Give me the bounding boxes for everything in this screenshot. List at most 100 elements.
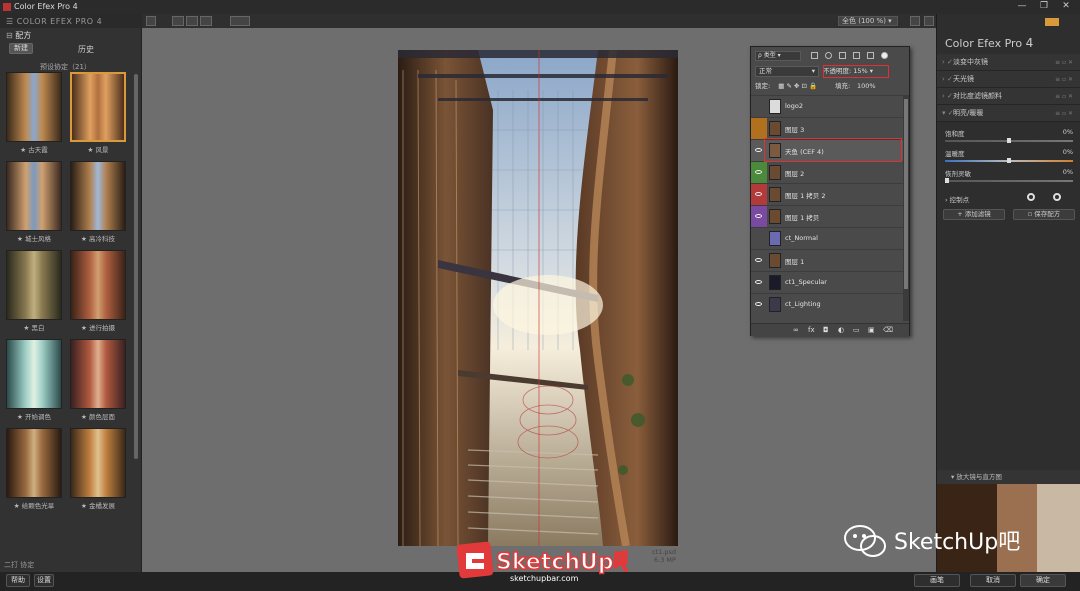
eye-shape — [755, 280, 762, 284]
slider-handle[interactable] — [1007, 138, 1011, 143]
preset-thumbnail[interactable] — [70, 250, 126, 320]
adjustment-filter-icon[interactable] — [825, 52, 832, 59]
control-points-row[interactable]: › 控制点 — [945, 194, 969, 204]
visibility-eye-icon[interactable] — [751, 206, 767, 227]
minimize-icon[interactable]: — — [1014, 1, 1030, 13]
preset-thumbnail[interactable] — [70, 72, 126, 142]
slider-handle[interactable] — [1007, 158, 1011, 163]
mask-icon[interactable]: ◘ — [823, 326, 829, 334]
blend-mode-value: 正常 — [759, 67, 772, 75]
preset-thumbnail[interactable] — [70, 428, 126, 498]
close-icon[interactable]: ✕ — [1058, 1, 1074, 13]
compare-icon[interactable] — [230, 16, 250, 26]
filter-toggle-icon[interactable] — [881, 52, 888, 59]
visibility-eye-icon[interactable] — [751, 228, 767, 249]
layer-kind-filter[interactable]: ρ 类型 ▾ — [755, 51, 801, 61]
filter-item[interactable]: › ✓ 对比度滤镜颜料 ≡ ▫ ✕ — [937, 88, 1080, 105]
layer-row[interactable]: 图层 3 — [751, 117, 903, 139]
filter-slider[interactable]: 温暖度 0% — [945, 148, 1073, 164]
layer-thumbnail — [769, 275, 781, 290]
help-button[interactable]: 帮助 — [6, 574, 30, 587]
layer-scrollbar[interactable] — [903, 95, 909, 321]
slider-label: 温暖度 — [945, 150, 965, 158]
lock-icons[interactable]: ▦ ✎ ✥ ⊡ 🔒 — [778, 82, 817, 90]
preset-preview-image — [7, 251, 61, 319]
add-filter-button[interactable]: + 添加滤镜 — [943, 209, 1005, 220]
layer-row[interactable]: 图层 2 — [751, 161, 903, 183]
layer-row[interactable]: 图层 1 拷贝 2 — [751, 183, 903, 205]
layer-row[interactable]: logo2 — [751, 95, 903, 117]
preset-thumbnail[interactable] — [6, 339, 62, 409]
filter-slider[interactable]: 饱和度 0% — [945, 128, 1073, 144]
pixel-filter-icon[interactable] — [811, 52, 818, 59]
preset-thumbnail[interactable] — [6, 250, 62, 320]
smart-object-filter-icon[interactable] — [867, 52, 874, 59]
expand-arrow-icon[interactable]: › ✓ — [942, 71, 953, 88]
new-layer-icon[interactable]: ▣ — [868, 326, 875, 334]
cancel-button[interactable]: 取消 — [970, 574, 1016, 587]
type-filter-icon[interactable] — [839, 52, 846, 59]
history-tab[interactable]: 历史 — [78, 44, 94, 55]
filter-options-icon[interactable]: ≡ ▫ ✕ — [1055, 88, 1073, 105]
expand-arrow-icon[interactable]: › ✓ — [942, 54, 953, 71]
visibility-eye-icon[interactable] — [751, 162, 767, 183]
layer-row[interactable]: ct_Lighting — [751, 293, 903, 315]
left-scrollbar[interactable] — [134, 74, 138, 459]
filter-item[interactable]: › ✓ 淡变中灰镜 ≡ ▫ ✕ — [937, 54, 1080, 71]
preset-thumbnail[interactable] — [6, 428, 62, 498]
loupe-header[interactable]: ▾ 放大镜与直方图 — [937, 470, 1080, 484]
preset-thumbnail[interactable] — [70, 339, 126, 409]
expand-arrow-icon[interactable]: › ✓ — [942, 88, 953, 105]
slider-track[interactable] — [945, 180, 1073, 182]
visibility-eye-icon[interactable] — [751, 250, 767, 271]
link-icon[interactable]: ∞ — [793, 326, 799, 334]
preset-preview-image — [71, 340, 125, 408]
layer-row[interactable]: 图层 1 拷贝 — [751, 205, 903, 227]
trash-icon[interactable]: ⌫ — [883, 326, 893, 334]
fill-value[interactable]: 100% — [857, 81, 876, 92]
filter-slider[interactable]: 恢剂灵敏 0% — [945, 168, 1073, 184]
preset-label: ★ 古天霞 — [20, 146, 48, 154]
adjustment-icon[interactable]: ◐ — [838, 326, 844, 334]
layer-scroll-thumb[interactable] — [904, 99, 908, 289]
layer-row[interactable]: ct1_Specular — [751, 271, 903, 293]
visibility-eye-icon[interactable] — [751, 272, 767, 293]
add-control-point-icon[interactable] — [1027, 193, 1035, 201]
add-negative-point-icon[interactable] — [1053, 193, 1061, 201]
settings-button[interactable]: 设置 — [34, 574, 54, 587]
preset-thumbnail[interactable] — [6, 161, 62, 231]
zoom-select[interactable]: 全色 (100 %) ▾ — [838, 16, 898, 26]
filter-item[interactable]: ▾ ✓ 明亮/暖暖 ≡ ▫ ✕ — [937, 105, 1080, 122]
brush-button[interactable]: 画笔 — [914, 574, 960, 587]
visibility-eye-icon[interactable] — [751, 184, 767, 205]
preset-thumbnail[interactable] — [70, 161, 126, 231]
filter-options-icon[interactable]: ≡ ▫ ✕ — [1055, 71, 1073, 88]
layer-row[interactable]: 图层 1 — [751, 249, 903, 271]
fill-label: 填充: — [835, 82, 851, 90]
visibility-eye-icon[interactable] — [751, 294, 767, 315]
new-recipe-button[interactable]: 新建 — [9, 43, 33, 54]
layer-row[interactable]: ct_Normal — [751, 227, 903, 249]
window-titlebar: Color Efex Pro 4 — ❐ ✕ — [0, 0, 1080, 14]
single-view-icon[interactable] — [172, 16, 184, 26]
ok-button[interactable]: 确定 — [1020, 574, 1066, 587]
preset-thumbnail[interactable] — [6, 72, 62, 142]
side-view-icon[interactable] — [200, 16, 212, 26]
panel-toggle-icon[interactable] — [146, 16, 156, 26]
filter-options-icon[interactable]: ≡ ▫ ✕ — [1055, 105, 1073, 122]
fx-icon[interactable]: fx — [808, 326, 815, 334]
split-view-icon[interactable] — [186, 16, 198, 26]
shape-filter-icon[interactable] — [853, 52, 860, 59]
visibility-eye-icon[interactable] — [751, 96, 767, 117]
slider-handle[interactable] — [945, 178, 949, 183]
filter-item[interactable]: › ✓ 天光镜 ≡ ▫ ✕ — [937, 71, 1080, 88]
filter-options-icon[interactable]: ≡ ▫ ✕ — [1055, 54, 1073, 71]
right-panel-toggle-icon[interactable] — [924, 16, 934, 26]
maximize-icon[interactable]: ❐ — [1036, 1, 1052, 13]
blend-mode-select[interactable]: 正常 ▾ — [755, 66, 819, 77]
visibility-eye-icon[interactable] — [751, 118, 767, 139]
expand-arrow-icon[interactable]: ▾ ✓ — [942, 105, 954, 122]
folder-icon[interactable]: ▭ — [853, 326, 860, 334]
background-icon[interactable] — [910, 16, 920, 26]
save-recipe-button[interactable]: ▫ 保存配方 — [1013, 209, 1075, 220]
